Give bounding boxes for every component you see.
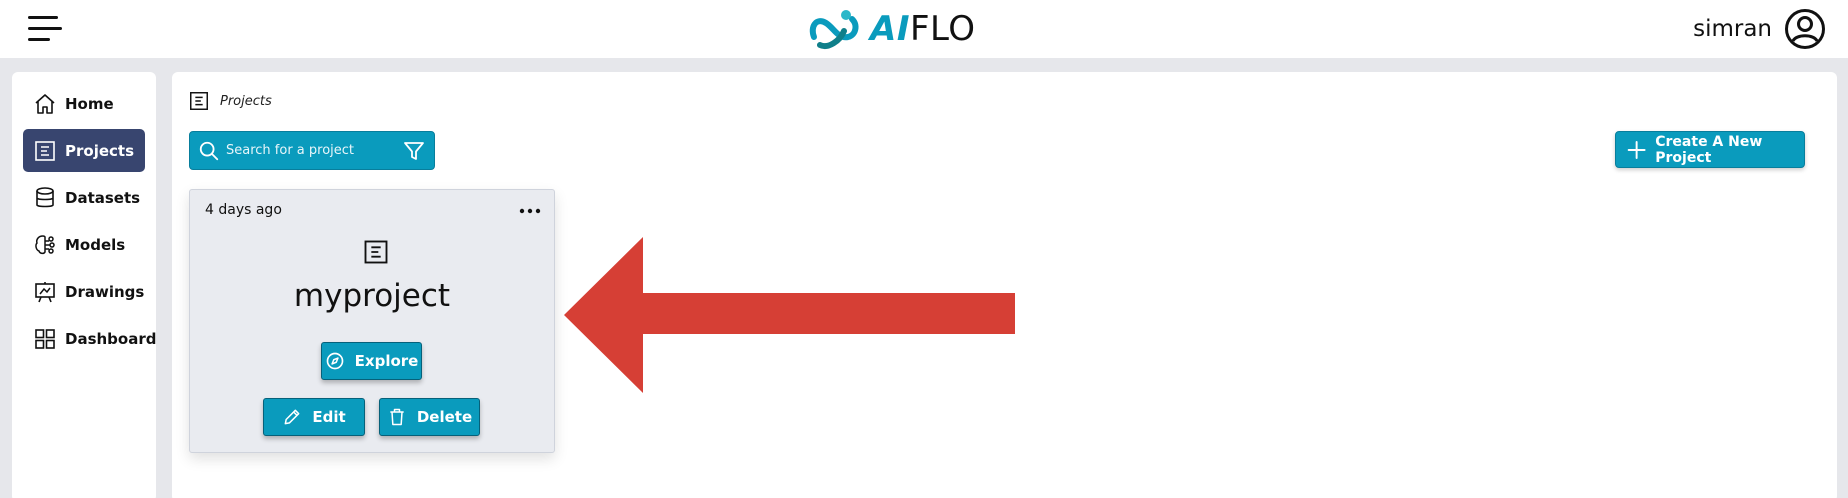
logo-mark-icon xyxy=(809,10,859,49)
sidebar: Home Projects Datasets Models Drawings D… xyxy=(12,72,156,498)
drawings-icon xyxy=(35,281,55,302)
more-options-icon[interactable] xyxy=(518,204,542,218)
home-icon xyxy=(35,93,55,114)
delete-button[interactable]: Delete xyxy=(379,398,480,436)
explore-button[interactable]: Explore xyxy=(321,342,422,380)
sidebar-item-label: Datasets xyxy=(65,188,141,207)
sidebar-item-projects[interactable]: Projects xyxy=(23,129,145,172)
sidebar-item-datasets[interactable]: Datasets xyxy=(23,176,145,219)
username: simran xyxy=(1693,16,1772,42)
project-icon xyxy=(364,240,388,264)
logo-text: AIFLO xyxy=(870,9,976,49)
project-card[interactable]: 4 days ago myproject Explore Edit Delete xyxy=(189,189,555,453)
dashboard-icon xyxy=(35,328,55,349)
sidebar-item-label: Dashboard xyxy=(65,329,157,348)
hamburger-menu-icon[interactable] xyxy=(26,13,64,45)
edit-button[interactable]: Edit xyxy=(263,398,365,436)
projects-icon xyxy=(35,140,55,161)
annotation-arrow xyxy=(564,237,1015,393)
search-icon xyxy=(199,141,219,160)
compass-icon xyxy=(326,352,343,370)
filter-icon[interactable] xyxy=(402,139,426,163)
trash-icon xyxy=(390,408,404,426)
edit-label: Edit xyxy=(312,408,346,426)
database-icon xyxy=(36,186,54,207)
sidebar-item-drawings[interactable]: Drawings xyxy=(23,270,145,313)
project-title: myproject xyxy=(293,278,451,314)
user-avatar-icon[interactable] xyxy=(1784,8,1826,50)
search-input[interactable] xyxy=(226,143,396,158)
create-project-label: Create A New Project xyxy=(1655,133,1763,166)
pencil-icon xyxy=(284,409,300,425)
sidebar-item-home[interactable]: Home xyxy=(23,82,145,125)
top-bar: AIFLO simran xyxy=(0,0,1848,58)
search-bar xyxy=(189,131,435,170)
projects-icon xyxy=(190,92,208,110)
models-icon xyxy=(35,234,55,254)
sidebar-item-dashboard[interactable]: Dashboard xyxy=(23,317,156,360)
sidebar-item-label: Home xyxy=(65,94,114,113)
sidebar-item-label: Projects xyxy=(65,141,135,160)
explore-label: Explore xyxy=(354,352,419,370)
plus-icon xyxy=(1627,140,1646,159)
sidebar-item-label: Models xyxy=(65,235,126,254)
create-project-button[interactable]: Create A New Project xyxy=(1615,131,1805,168)
app-logo[interactable]: AIFLO xyxy=(806,6,976,52)
breadcrumb-label[interactable]: Projects xyxy=(220,94,272,109)
sidebar-item-models[interactable]: Models xyxy=(23,223,145,266)
sidebar-item-label: Drawings xyxy=(65,282,145,301)
delete-label: Delete xyxy=(416,408,473,426)
user-menu[interactable]: simran xyxy=(1693,6,1826,52)
project-date: 4 days ago xyxy=(205,202,282,218)
breadcrumb: Projects xyxy=(188,90,272,112)
